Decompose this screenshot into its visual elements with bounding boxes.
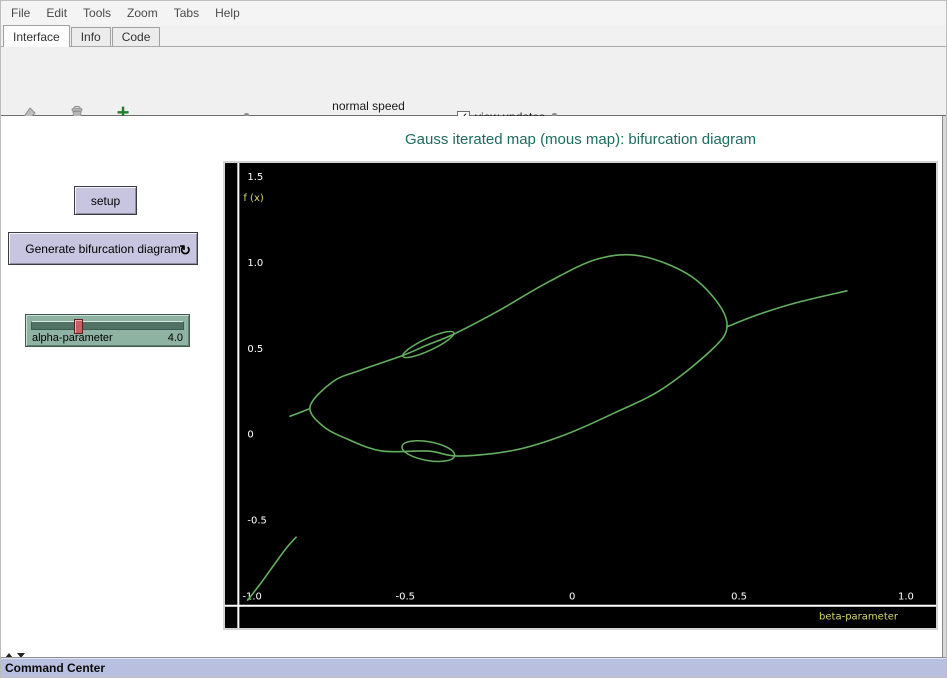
generate-button-label: Generate bifurcation diagram — [25, 242, 180, 256]
menu-bar: File Edit Tools Zoom Tabs Help — [1, 1, 947, 25]
svg-text:-0.5: -0.5 — [247, 515, 267, 526]
tab-bar: Interface Info Code — [1, 25, 947, 47]
alpha-slider-value: 4.0 — [168, 332, 183, 344]
svg-text:f (x): f (x) — [243, 193, 264, 204]
tail-branch — [727, 291, 847, 327]
alpha-parameter-slider[interactable]: alpha-parameter 4.0 — [25, 314, 190, 347]
svg-text:beta-parameter: beta-parameter — [819, 612, 899, 623]
plot-title-note: Gauss iterated map (mous map): bifurcati… — [223, 131, 938, 148]
svg-text:0.5: 0.5 — [247, 344, 263, 355]
netlogo-window: File Edit Tools Zoom Tabs Help Interface… — [0, 0, 947, 678]
alpha-slider-label: alpha-parameter — [32, 332, 113, 344]
svg-text:1.0: 1.0 — [898, 592, 914, 603]
window-right-border — [942, 116, 947, 657]
lower-left-branch — [248, 537, 296, 600]
svg-text:0.5: 0.5 — [731, 592, 747, 603]
speed-slider-label: normal speed — [271, 99, 466, 113]
nose-stub — [290, 409, 308, 416]
tab-interface[interactable]: Interface — [3, 25, 70, 47]
svg-text:1.0: 1.0 — [247, 258, 263, 269]
command-center-title: Command Center — [1, 658, 947, 678]
fixed-point-loop — [310, 255, 727, 456]
generate-bifurcation-button[interactable]: Generate bifurcation diagram ↻ — [8, 232, 198, 265]
menu-tools[interactable]: Tools — [75, 1, 119, 25]
command-center-header[interactable]: Command Center — [1, 657, 947, 678]
menu-edit[interactable]: Edit — [38, 1, 75, 25]
toolbar: Edit Delete + Add abc Button ▼ normal sp… — [1, 47, 947, 116]
interface-canvas: Gauss iterated map (mous map): bifurcati… — [1, 116, 942, 657]
setup-button-label: setup — [91, 194, 120, 208]
forever-icon: ↻ — [179, 243, 191, 257]
menu-tabs[interactable]: Tabs — [166, 1, 207, 25]
svg-text:-0.5: -0.5 — [395, 592, 415, 603]
setup-button[interactable]: setup — [74, 186, 137, 215]
alpha-slider-groove[interactable] — [31, 321, 184, 330]
tab-code[interactable]: Code — [112, 27, 161, 46]
tab-info[interactable]: Info — [71, 27, 111, 46]
menu-zoom[interactable]: Zoom — [119, 1, 166, 25]
plot-svg: 1.51.00.50-0.5-1.0-0.500.51.0f (x)beta-p… — [225, 163, 936, 628]
bifurcation-plot: 1.51.00.50-0.5-1.0-0.500.51.0f (x)beta-p… — [223, 161, 938, 630]
svg-text:1.5: 1.5 — [247, 172, 263, 183]
svg-text:0: 0 — [247, 430, 253, 441]
svg-text:0: 0 — [569, 592, 575, 603]
menu-help[interactable]: Help — [207, 1, 248, 25]
menu-file[interactable]: File — [3, 1, 38, 25]
